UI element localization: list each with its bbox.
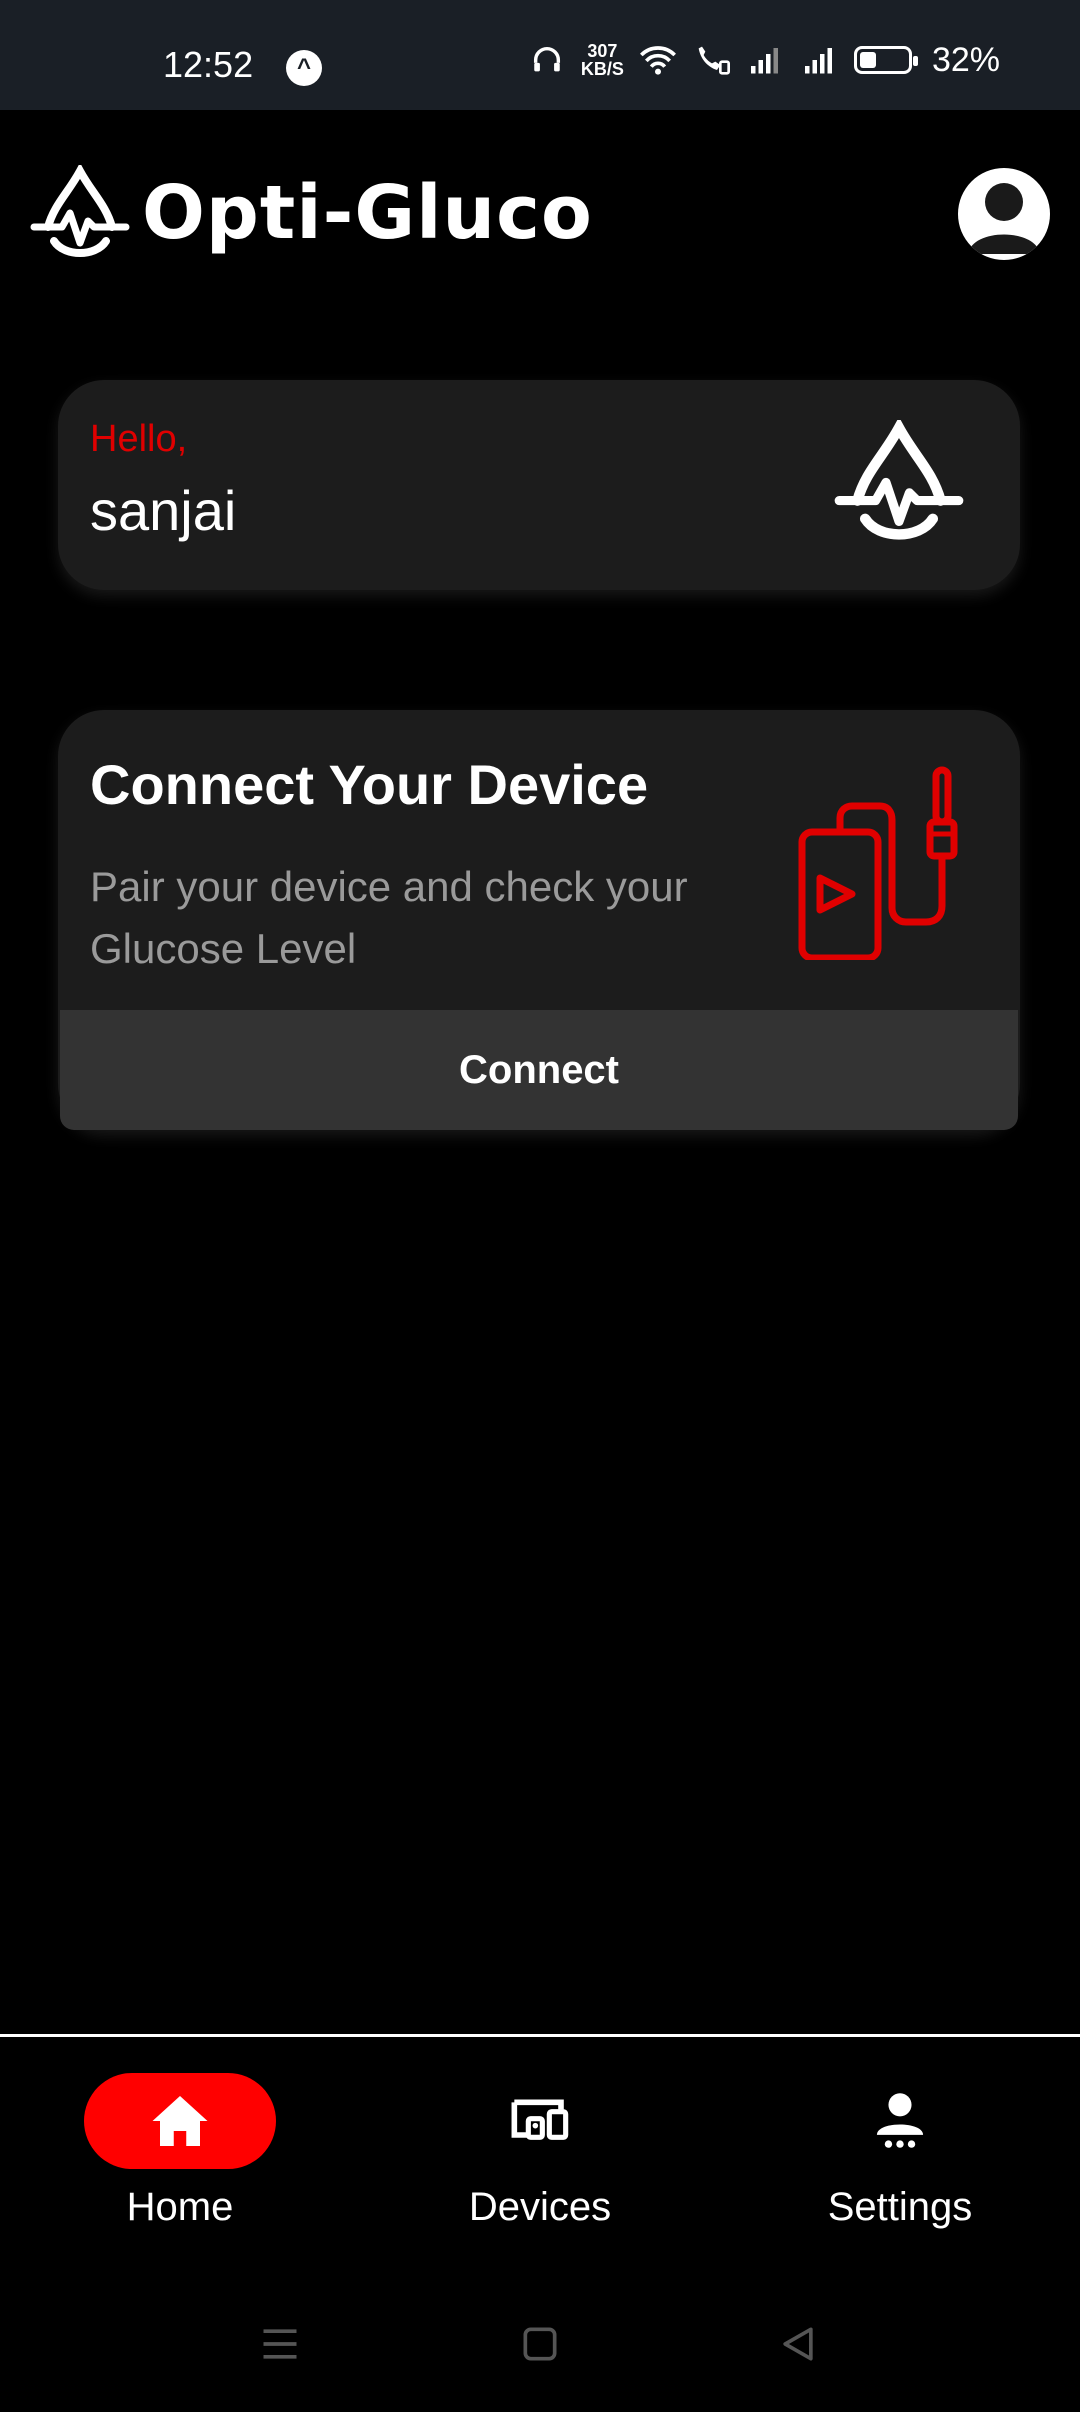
nav-settings-pill[interactable] bbox=[804, 2073, 996, 2169]
home-icon bbox=[152, 2096, 208, 2146]
app-header: Opti-Gluco bbox=[0, 110, 1080, 310]
headphones-icon bbox=[527, 40, 567, 80]
user-avatar-icon[interactable] bbox=[958, 168, 1050, 260]
signal-sim2-icon bbox=[800, 40, 840, 80]
nav-home-pill[interactable] bbox=[84, 2073, 276, 2169]
greeting-card: Hello, sanjai bbox=[58, 380, 1020, 590]
nav-devices-pill[interactable] bbox=[444, 2073, 636, 2169]
status-icons: 307 KB/S 32% bbox=[527, 40, 1000, 80]
person-settings-icon bbox=[876, 2093, 924, 2148]
network-speed-value: 307 bbox=[587, 41, 618, 61]
nav-label-settings: Settings bbox=[827, 2185, 973, 2229]
nav-item-home[interactable]: Home bbox=[30, 2073, 330, 2230]
network-speed-unit: KB/S bbox=[580, 59, 624, 79]
status-time: 12:52 bbox=[163, 44, 254, 85]
nav-label-home: Home bbox=[126, 2185, 234, 2229]
pulse-drop-logo-icon bbox=[30, 165, 130, 257]
network-speed: 307 KB/S bbox=[581, 42, 624, 78]
devices-icon bbox=[511, 2099, 569, 2140]
back-triangle-icon[interactable] bbox=[776, 2322, 820, 2366]
connect-title: Connect Your Device bbox=[90, 753, 649, 816]
battery-percent: 32% bbox=[931, 40, 1000, 79]
app-title: Opti-Gluco bbox=[142, 170, 593, 256]
status-bar: 12:52 ^ 307 KB/S 32% bbox=[0, 0, 1080, 110]
connect-device-card: Connect Your Device Pair your device and… bbox=[58, 710, 1020, 1130]
connect-button[interactable]: Connect bbox=[60, 1010, 1018, 1130]
wifi-icon bbox=[638, 40, 678, 80]
bottom-navigation: Home Devices Settings bbox=[0, 2034, 1080, 2277]
wifi-calling-icon bbox=[692, 40, 732, 80]
recents-menu-icon[interactable] bbox=[258, 2322, 302, 2366]
nav-item-devices[interactable]: Devices bbox=[390, 2073, 690, 2230]
pulse-drop-logo-icon bbox=[834, 420, 964, 540]
connect-description: Pair your device and check your Glucose … bbox=[90, 863, 688, 972]
battery-icon bbox=[853, 46, 918, 74]
system-nav-bar bbox=[0, 2274, 1080, 2412]
greeting-hello: Hello, bbox=[90, 418, 188, 460]
user-name: sanjai bbox=[90, 479, 237, 542]
signal-sim1-icon bbox=[746, 40, 786, 80]
nav-item-settings[interactable]: Settings bbox=[750, 2073, 1050, 2230]
nav-label-devices: Devices bbox=[468, 2185, 612, 2229]
notification-app-icon: ^ bbox=[286, 50, 322, 86]
device-cable-icon bbox=[798, 766, 958, 960]
home-square-icon[interactable] bbox=[518, 2322, 562, 2366]
